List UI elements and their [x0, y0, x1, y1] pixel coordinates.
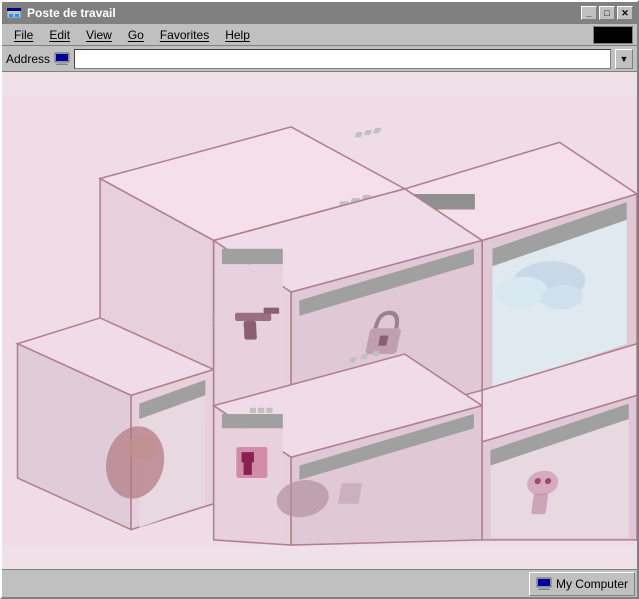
menu-favorites[interactable]: Favorites	[152, 26, 217, 44]
maximize-button[interactable]: □	[599, 6, 615, 20]
address-bar: Address ▼	[2, 46, 637, 72]
title-bar: Poste de travail _ □ ✕	[2, 2, 637, 24]
menu-file[interactable]: File	[6, 26, 41, 44]
window-icon	[6, 5, 22, 21]
main-window: Poste de travail _ □ ✕ File Edit View Go…	[0, 0, 639, 599]
close-button[interactable]: ✕	[617, 6, 633, 20]
menu-edit[interactable]: Edit	[41, 26, 78, 44]
menu-help[interactable]: Help	[217, 26, 258, 44]
minimize-button[interactable]: _	[581, 6, 597, 20]
my-computer-icon	[536, 576, 552, 592]
address-label: Address	[6, 52, 50, 66]
address-dropdown-button[interactable]: ▼	[615, 49, 633, 69]
status-my-computer: My Computer	[529, 572, 635, 596]
status-label: My Computer	[556, 577, 628, 591]
menu-go[interactable]: Go	[120, 26, 152, 44]
address-input[interactable]	[74, 49, 611, 69]
status-bar: My Computer	[2, 569, 637, 597]
menubar: File Edit View Go Favorites Help	[2, 24, 637, 46]
toolbar-extra	[593, 26, 633, 44]
address-computer-icon	[54, 51, 70, 67]
menu-view[interactable]: View	[78, 26, 120, 44]
content-area	[2, 72, 637, 569]
window-title: Poste de travail	[27, 6, 581, 20]
title-buttons: _ □ ✕	[581, 6, 633, 20]
main-illustration	[2, 72, 637, 569]
